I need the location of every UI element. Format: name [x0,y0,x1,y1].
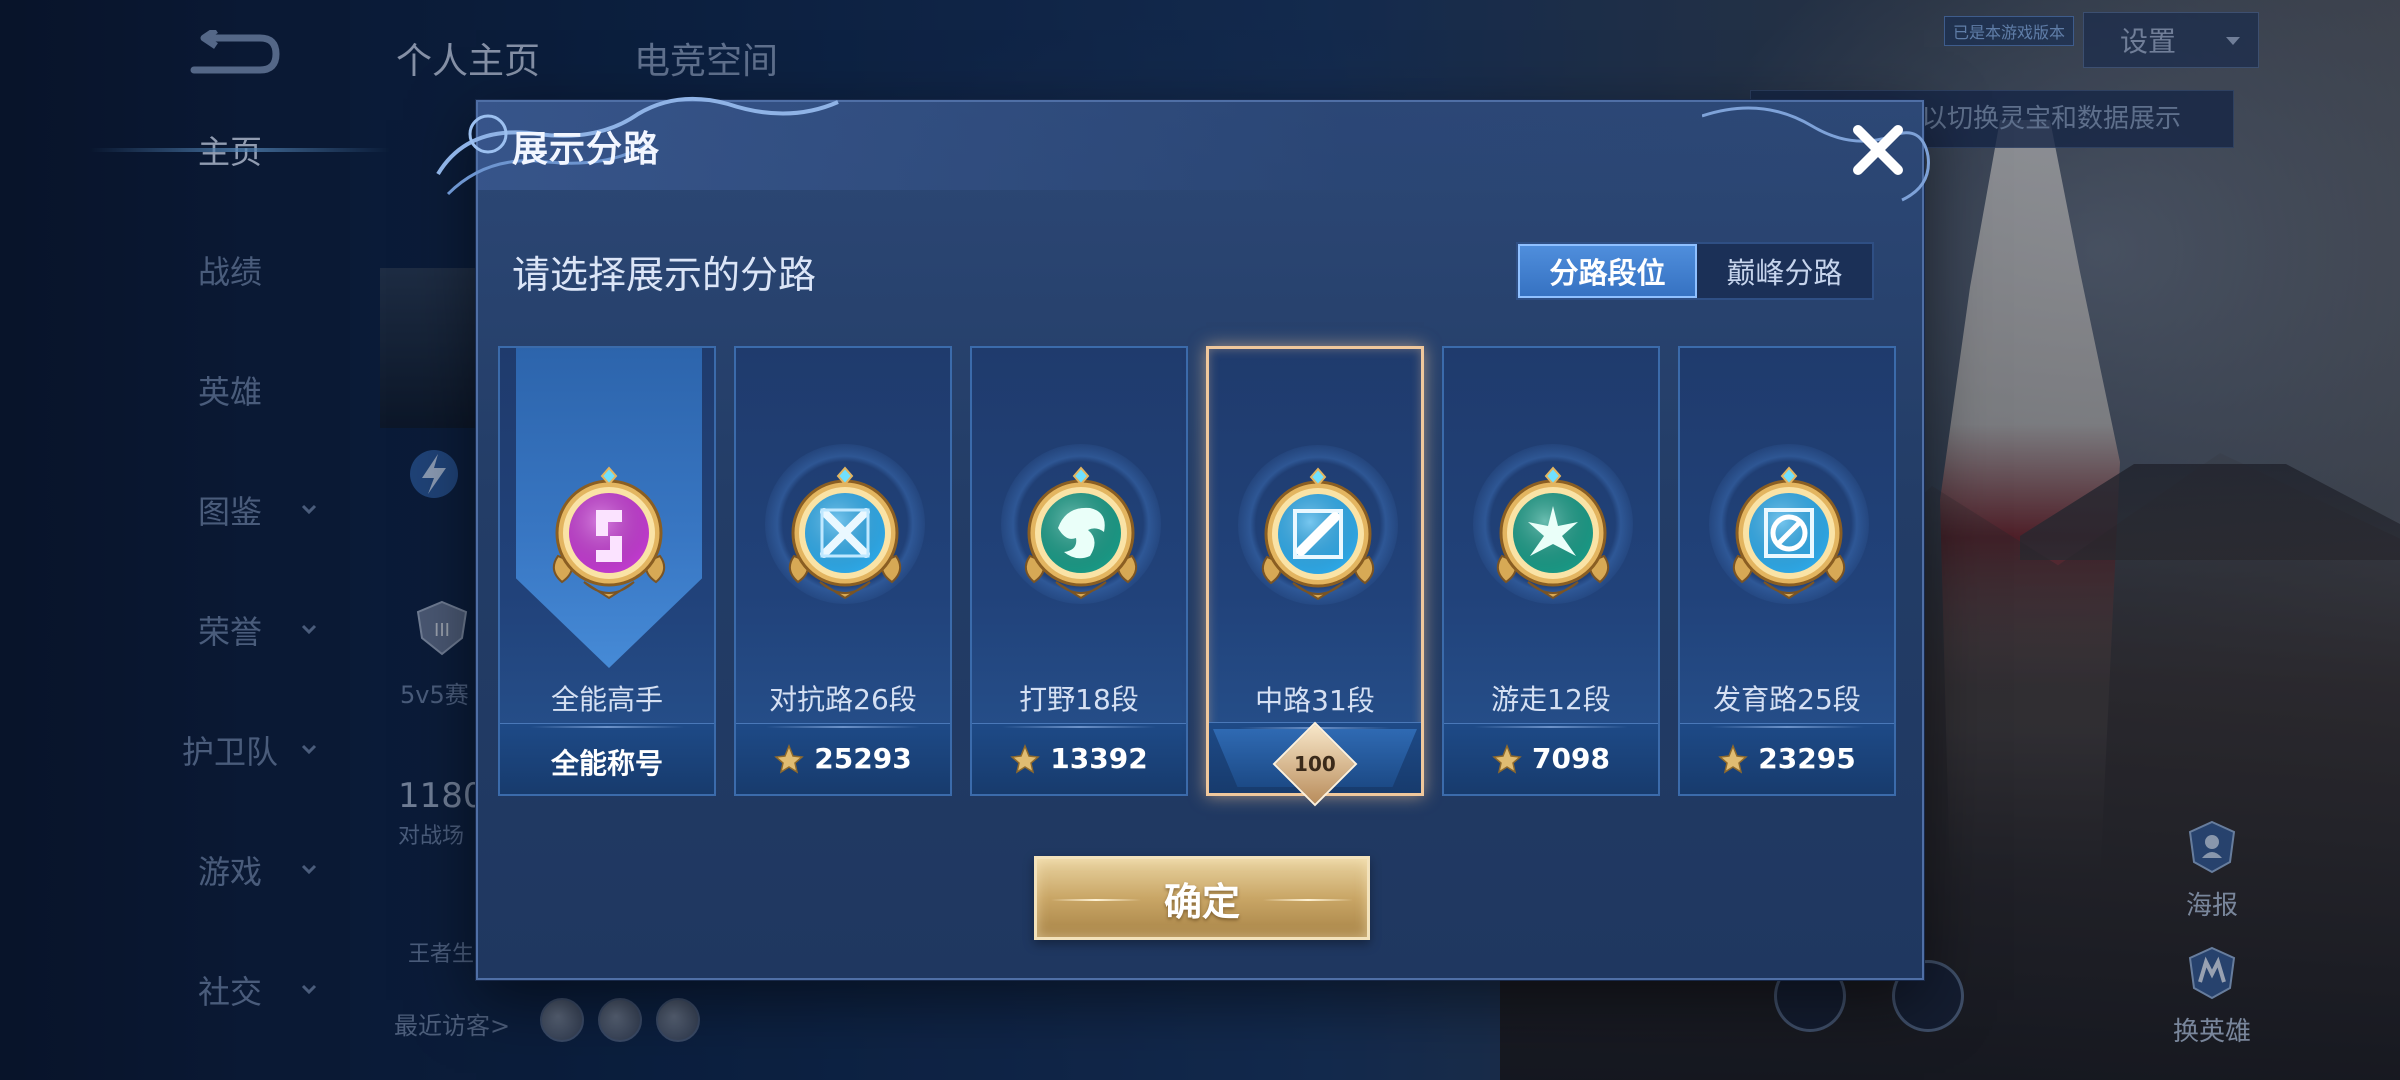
lane-card-points: 23295 [1680,742,1894,775]
points-value: 13392 [1050,742,1148,775]
lane-card[interactable]: 打野18段 13392 [970,346,1188,796]
select-lane-prompt: 请选择展示的分路 [512,253,817,297]
points-value: 25293 [814,742,912,775]
lane-card-list: 全能高手 全能称号 对抗路26段 25293 打野18段 13392 中路31段 100 游走1… [498,346,1906,807]
divider [530,726,684,728]
divider [1002,726,1156,728]
all-round-emblem-icon [544,466,674,606]
divider [766,726,920,728]
lane-card-name: 对抗路26段 [769,683,917,716]
lane-card-name: 全能高手 [550,683,663,716]
rank-points-badge: 100 [1209,721,1421,807]
lane-display-dialog: 展示分路 请选择展示的分路 分路段位 巅峰分路 全能高手 全能称号 对抗路26段 25… [436,96,1930,980]
lane-card[interactable]: 游走12段 7098 [1442,346,1660,796]
lane-card-name: 发育路25段 [1713,683,1861,716]
star-point-icon [774,743,805,774]
lane-card-name: 打野18段 [1019,683,1139,716]
lane-card-points: 全能称号 [500,742,714,782]
toggle-lane-rank[interactable]: 分路段位 [1518,244,1697,298]
lane-card-points: 13392 [972,742,1186,775]
jungle-emblem-icon [1016,466,1146,606]
confirm-button[interactable]: 确定 [1034,856,1370,940]
lane-card-points: 7098 [1444,742,1658,775]
dialog-header [478,102,1922,190]
close-icon[interactable] [1842,114,1914,186]
lane-card[interactable]: 对抗路26段 25293 [734,346,952,796]
star-point-icon [1718,743,1749,774]
divider [1474,726,1628,728]
roam-emblem-icon [1488,466,1618,606]
mid-lane-emblem-icon [1253,467,1383,607]
lane-card-name: 游走12段 [1491,683,1611,716]
toggle-peak-lane[interactable]: 巅峰分路 [1697,244,1872,298]
lane-card-name: 中路31段 [1255,684,1375,717]
dialog-title: 展示分路 [512,129,661,170]
points-value: 23295 [1758,742,1856,775]
lane-mode-toggle: 分路段位 巅峰分路 [1516,242,1874,300]
clash-lane-emblem-icon [780,466,910,606]
divider [1710,726,1864,728]
badge-value: 100 [1294,752,1336,776]
lane-card-points: 25293 [736,742,950,775]
lane-card[interactable]: 全能高手 全能称号 [498,346,716,796]
lane-card[interactable]: 发育路25段 23295 [1678,346,1896,796]
farm-lane-emblem-icon [1724,466,1854,606]
star-point-icon [1492,743,1522,774]
points-value: 全能称号 [550,747,663,780]
star-point-icon [1010,743,1041,774]
points-value: 7098 [1532,742,1610,775]
lane-card[interactable]: 中路31段 100 [1206,346,1424,807]
